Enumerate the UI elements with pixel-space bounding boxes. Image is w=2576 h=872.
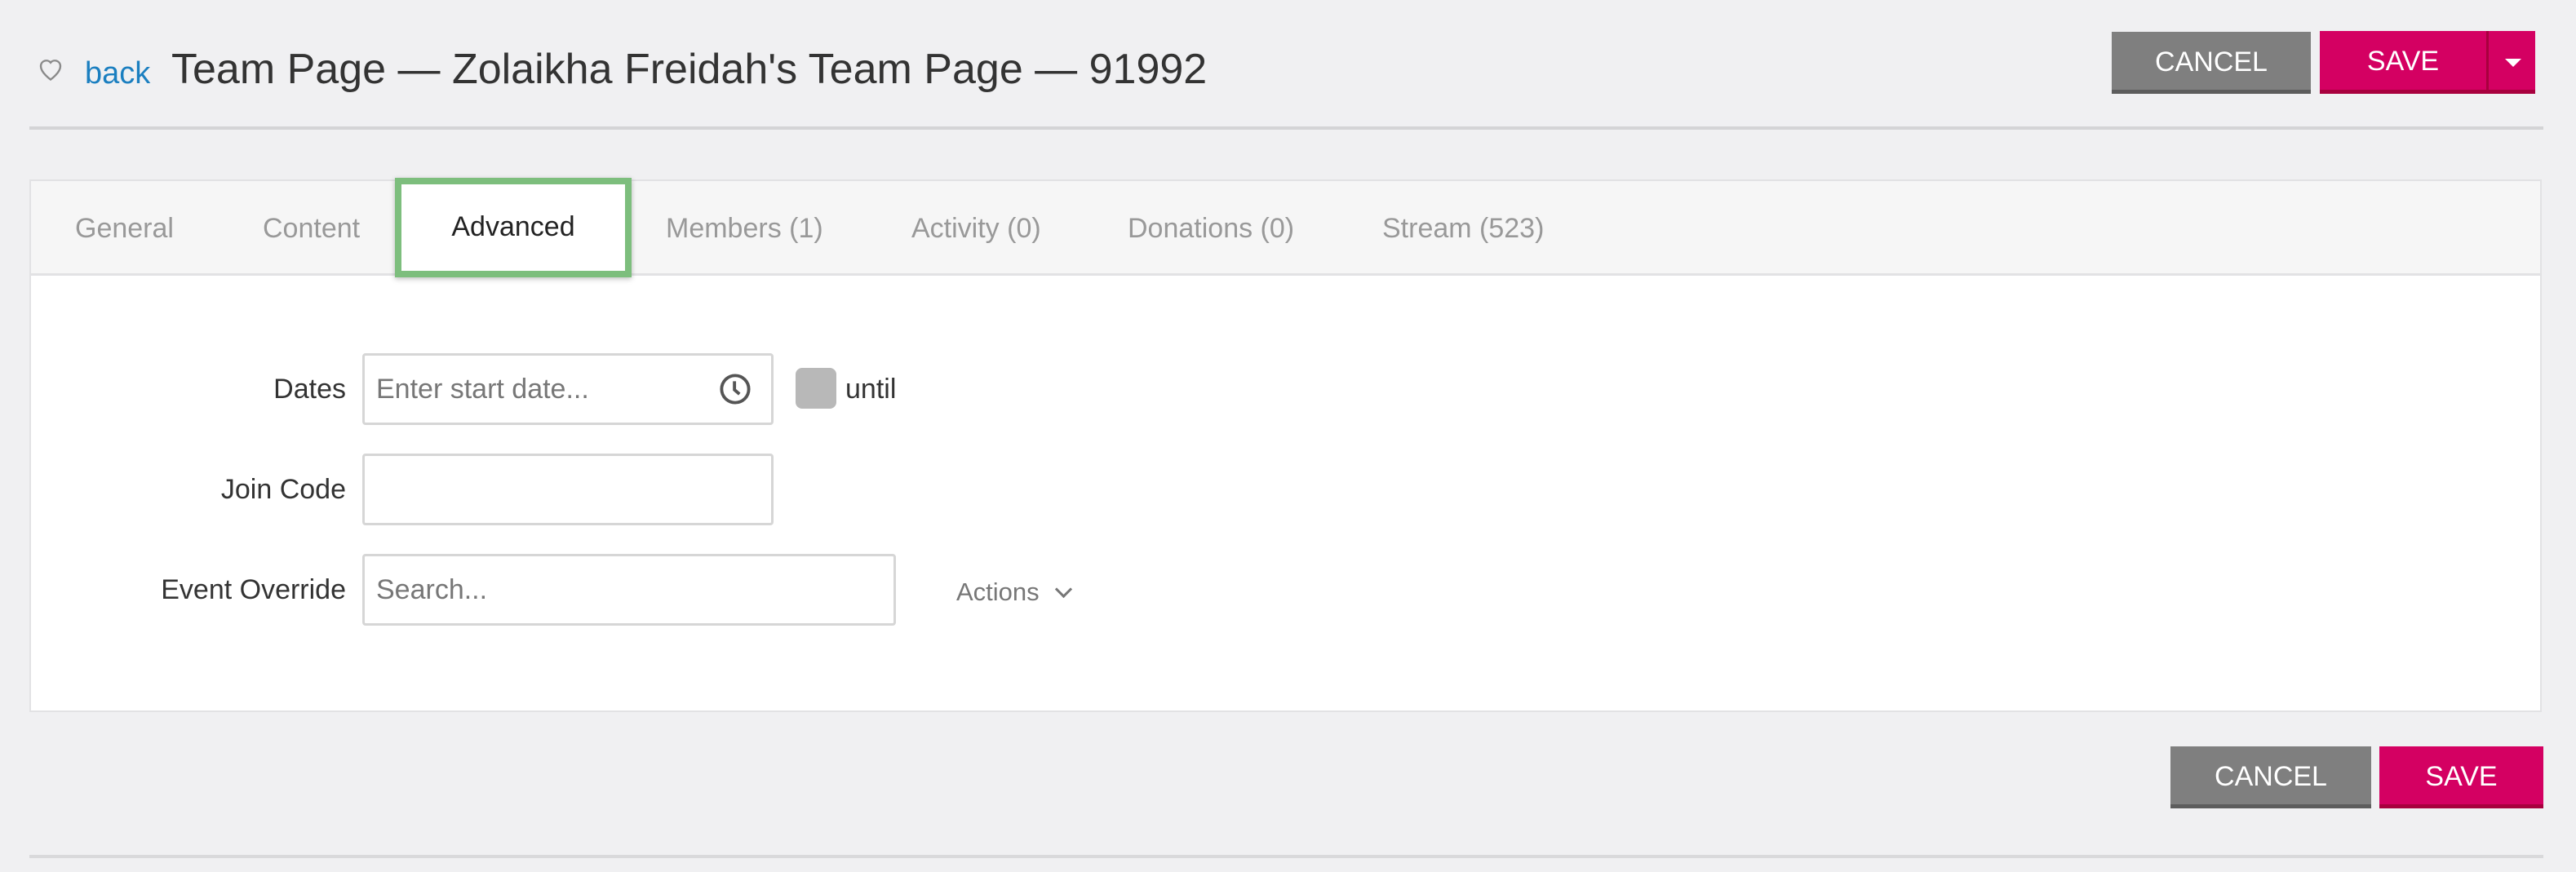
- dates-label: Dates: [273, 374, 346, 405]
- tab-advanced[interactable]: Advanced: [395, 178, 632, 277]
- event-override-label: Event Override: [161, 574, 346, 605]
- join-code-input[interactable]: [362, 454, 774, 525]
- start-date-input[interactable]: [362, 353, 774, 425]
- until-checkbox[interactable]: [796, 368, 836, 409]
- tab-content[interactable]: Content: [263, 181, 360, 276]
- actions-label: Actions: [956, 578, 1040, 606]
- event-override-search-input[interactable]: [362, 554, 896, 626]
- tab-activity[interactable]: Activity (0): [911, 181, 1041, 276]
- tab-donations[interactable]: Donations (0): [1128, 181, 1294, 276]
- footer-save-button[interactable]: SAVE: [2379, 746, 2543, 808]
- back-link[interactable]: back: [85, 51, 150, 96]
- footer-cancel-button[interactable]: CANCEL: [2170, 746, 2371, 808]
- tab-stream[interactable]: Stream (523): [1382, 181, 1544, 276]
- until-label: until: [845, 374, 897, 405]
- save-button[interactable]: SAVE: [2320, 31, 2486, 94]
- actions-dropdown[interactable]: Actions: [956, 573, 1072, 612]
- caret-down-icon: [2505, 59, 2521, 67]
- heart-icon[interactable]: [36, 54, 65, 83]
- clock-icon[interactable]: [718, 372, 752, 406]
- tab-members[interactable]: Members (1): [666, 181, 823, 276]
- footer-divider: [29, 855, 2543, 858]
- join-code-label: Join Code: [220, 474, 346, 505]
- header-divider: [29, 126, 2543, 130]
- cancel-button[interactable]: CANCEL: [2112, 32, 2311, 94]
- page-title: Team Page — Zolaikha Freidah's Team Page…: [171, 46, 1208, 93]
- save-options-button[interactable]: [2486, 31, 2535, 94]
- chevron-down-icon: [1054, 580, 1072, 599]
- tab-general[interactable]: General: [75, 181, 174, 276]
